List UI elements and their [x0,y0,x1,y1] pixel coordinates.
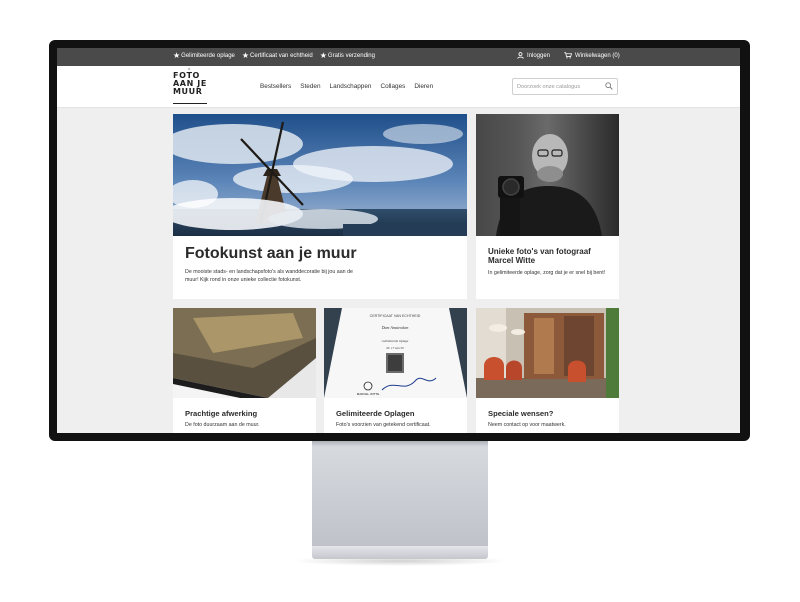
nav-item-collages[interactable]: Collages [380,83,405,90]
card-custom[interactable]: Speciale wensen? Neem contact op voor ma… [476,308,619,433]
certificate-script: Dam Amsterdam [381,325,409,330]
nav-item-landschappen[interactable]: Landschappen [330,83,372,90]
photographer-title: Unieke foto's van fotograaf Marcel Witte [488,247,591,265]
hero-title: Fotokunst aan je muur [185,245,357,262]
site-header: ^ FOTO AAN JE MUUR Bestsellers Steden La… [57,66,740,108]
search-box [512,78,618,95]
cart-label: Winkelwagen (0) [575,52,620,59]
hero-subtitle: De mooiste stads- en landschapsfoto's al… [185,269,353,283]
acrylic-finish-photo [173,308,316,398]
nav-item-dieren[interactable]: Dieren [414,83,433,90]
photographer-block[interactable]: Unieke foto's van fotograaf Marcel Witte… [476,114,619,299]
card-limited[interactable]: CERTIFICAAT VAN ECHTHEID Dam Amsterdam G… [324,308,467,433]
website-screen: ★ Gelimiteerde oplage ★ Certificaat van … [57,48,740,433]
star-icon: ★ [319,51,327,60]
search-input[interactable] [513,79,601,94]
card-subtitle: De foto duurzaam aan de muur. [185,422,260,428]
logo-line: MUUR [173,87,203,96]
certificate-photo: CERTIFICAAT VAN ECHTHEID Dam Amsterdam G… [324,308,467,398]
user-icon [517,52,524,59]
hero-block[interactable]: Fotokunst aan je muur De mooiste stads- … [173,114,467,299]
card-title: Gelimiteerde Oplagen [336,409,415,418]
usp-item-certificate: ★ Certificaat van echtheid [242,52,313,60]
card-subtitle: Foto's voorzien van getekend certificaat… [336,422,431,428]
nav-item-steden[interactable]: Steden [300,83,320,90]
usp-label: Certificaat van echtheid [250,53,313,59]
usp-list: ★ Gelimiteerde oplage ★ Certificaat van … [173,52,382,60]
certificate-name: MARCEL WITTE [357,392,380,396]
cart-link[interactable]: Winkelwagen (0) [564,52,620,59]
monitor-stand-base [312,546,488,559]
certificate-line2: Nr. 17 van 30 [385,346,404,350]
login-link[interactable]: Inloggen [517,52,550,59]
certificate-heading: CERTIFICAAT VAN ECHTHEID [370,314,421,318]
photographer-portrait [476,114,619,236]
interior-photo [476,308,619,398]
site-logo[interactable]: ^ FOTO AAN JE MUUR [173,68,207,104]
cart-icon [564,52,573,59]
certificate-line1: Gelimiteerde Oplage [382,339,409,343]
usp-item-shipping: ★ Gratis verzending [320,52,375,60]
card-title: Speciale wensen? [488,409,554,418]
usp-label: Gelimiteerde oplage [181,53,235,59]
logo-underline [173,102,207,104]
monitor-frame: ★ Gelimiteerde oplage ★ Certificaat van … [49,40,750,441]
nav-item-bestsellers[interactable]: Bestsellers [260,83,291,90]
card-title: Prachtige afwerking [185,409,258,418]
card-subtitle: Neem contact op voor maatwerk. [488,422,566,428]
hero-windmill-photo [173,114,467,236]
login-label: Inloggen [527,52,551,59]
star-icon: ★ [241,51,250,60]
monitor-stand [312,441,488,546]
top-bar: ★ Gelimiteerde oplage ★ Certificaat van … [57,48,740,66]
account-links: Inloggen Winkelwagen (0) [517,52,634,59]
star-icon: ★ [173,51,181,60]
search-icon[interactable] [605,82,613,90]
card-finish[interactable]: Prachtige afwerking De foto duurzaam aan… [173,308,316,433]
main-nav: Bestsellers Steden Landschappen Collages… [260,83,442,90]
photographer-subtitle: In gelimiteerde oplage, zorg dat je er s… [488,270,606,276]
usp-label: Gratis verzending [327,53,375,59]
logo-mark: ^ [188,68,191,74]
usp-item-limited: ★ Gelimiteerde oplage [173,52,235,60]
